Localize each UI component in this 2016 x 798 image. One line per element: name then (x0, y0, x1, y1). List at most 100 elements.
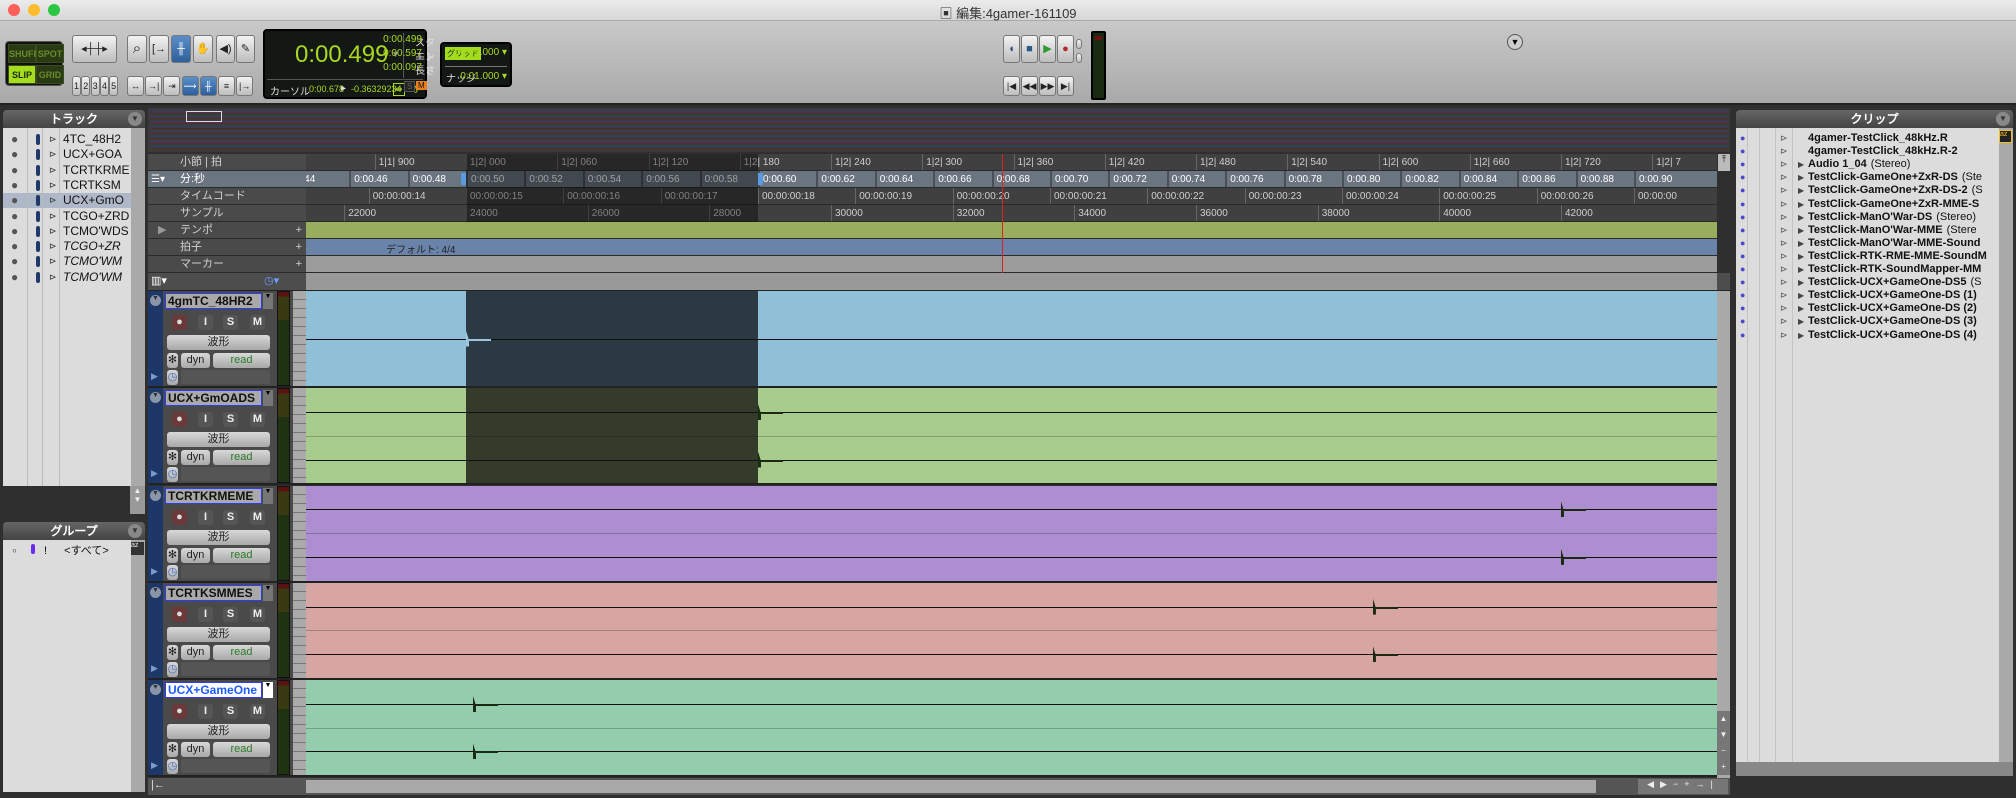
track-list-item[interactable]: ● ⊳ TCMO'WM (3, 254, 131, 269)
timebase-clock-icon[interactable]: ◷▾ (264, 274, 279, 287)
tracks-panel-menu-icon[interactable]: ▼ (128, 112, 142, 126)
track-list-item[interactable]: ● ⊳ UCX+GmO (3, 193, 131, 209)
stop-button[interactable]: ■ (1021, 35, 1038, 63)
group-list-scrollbar[interactable] (131, 540, 145, 792)
expand-lanes-icon[interactable]: ▶ (151, 566, 158, 577)
minsec-ruler[interactable]: 0.44 0:00.46 0:00.48 0:00.50 0:00.52 0:00.54 0… (306, 171, 1717, 188)
track-name-field[interactable]: TCRTKRMEME (165, 487, 262, 504)
expand-lanes-icon[interactable]: ▶ (151, 468, 158, 479)
expand-lanes-icon[interactable]: ▶ (151, 663, 158, 674)
track-playlist-lane[interactable] (306, 582, 1717, 680)
tab-button[interactable]: |→ (236, 76, 254, 96)
zoom-preset-2[interactable]: 2 (81, 76, 91, 96)
edit-horizontal-scrollbar[interactable] (306, 780, 1596, 793)
mute-button[interactable]: M (250, 704, 265, 720)
zoomer-tool[interactable]: ⌕ (127, 35, 147, 63)
track-view-selector[interactable]: 波形 (167, 335, 270, 350)
clip-list-horizontal-scrollbar[interactable] (1736, 762, 2013, 776)
show-hide-dot-icon[interactable]: ● (11, 163, 18, 178)
track-collapse-icon[interactable]: ▼ (150, 586, 161, 598)
track-list-item[interactable]: ● ⊳ UCX+GOA (3, 147, 131, 162)
expand-tempo-icon[interactable]: ▶ (158, 222, 166, 239)
zoom-preset-4[interactable]: 4 (99, 76, 109, 96)
show-hide-dot-icon[interactable]: ● (11, 209, 18, 224)
solo-button[interactable]: S (223, 704, 238, 720)
universe-overview[interactable] (148, 108, 1730, 152)
sync-button[interactable]: ⟿ (181, 76, 199, 96)
dyn-button[interactable]: dyn (181, 353, 210, 368)
vertical-zoom-controls[interactable]: ▲ ▼ − + (1717, 711, 1730, 775)
track-name-field[interactable]: UCX+GameOne (165, 682, 262, 699)
track-name-menu-icon[interactable]: ▼ (263, 487, 273, 504)
expand-clip-icon[interactable]: ▶ (1798, 302, 1804, 315)
record-arm-button[interactable]: ● (172, 315, 187, 330)
track-view-selector[interactable]: 波形 (167, 626, 270, 642)
nudge-value[interactable]: 0:01.000 ▾ (460, 71, 507, 82)
ruler-label-timecode[interactable]: タイムコード (148, 188, 306, 205)
main-counter-value[interactable]: 0:00.499 (295, 41, 388, 69)
track-header[interactable]: ▼ TCRTKRMEME ▼ ● I S M 波形 ✻ dyn read ▶ ◷ (148, 485, 293, 583)
automation-mode-selector[interactable]: read (213, 742, 270, 758)
tempo-ruler[interactable] (306, 222, 1717, 239)
play-button[interactable]: ▶ (1039, 35, 1056, 63)
scrubber-tool[interactable]: ◀) (216, 35, 235, 63)
tab-transient-button[interactable]: ╫ (199, 76, 217, 96)
edit-vertical-scrollbar[interactable] (1717, 291, 1730, 778)
input-monitor-button[interactable]: I (198, 704, 213, 720)
track-playlist-lane[interactable] (306, 485, 1717, 583)
track-list-item[interactable]: ● ⊳ 4TC_48H2 (3, 132, 131, 147)
ruler-label-marker[interactable]: マーカー + (148, 256, 306, 273)
horizontal-zoom-controls[interactable]: ◀▶−+→| (1638, 779, 1728, 794)
move-button[interactable]: ↔ (127, 76, 144, 96)
record-arm-button[interactable]: ● (172, 412, 187, 428)
track-name-menu-icon[interactable]: ▼ (263, 390, 273, 407)
zoom-preset-1[interactable]: 1 (72, 76, 81, 96)
overview-viewport[interactable] (186, 111, 222, 122)
m-indicator[interactable]: M (416, 81, 427, 90)
expand-clip-icon[interactable]: ▶ (1798, 329, 1804, 342)
track-view-selector[interactable]: 波形 (167, 529, 270, 545)
track-list-item[interactable]: ● ⊳ TCMO'WDS (3, 224, 131, 239)
clips-panel-menu-icon[interactable]: ▼ (1996, 112, 2010, 126)
zoom-preset-3[interactable]: 3 (90, 76, 100, 96)
timebase-icon[interactable]: ◷ (167, 661, 178, 677)
playhead-cursor[interactable] (1002, 154, 1004, 273)
group-item[interactable]: ∘ ! <すべて> (11, 544, 109, 559)
samples-ruler[interactable]: 22000 24000 26000 28000 30000 32000 34000 36000… (306, 205, 1717, 222)
expand-clip-icon[interactable]: ▶ (1798, 184, 1804, 197)
add-tempo-icon[interactable]: + (296, 222, 302, 239)
fast-forward-button[interactable]: ▶▶ (1039, 76, 1056, 96)
expand-clip-icon[interactable]: ▶ (1798, 315, 1804, 328)
toolbar-menu-icon[interactable]: ▼ (1507, 34, 1523, 50)
show-hide-dot-icon[interactable]: ● (11, 193, 18, 208)
ruler-label-bars[interactable]: 小節 | 拍 (148, 154, 306, 171)
mute-button[interactable]: M (250, 509, 265, 525)
expand-clip-icon[interactable]: ▶ (1798, 158, 1804, 171)
track-name-field[interactable]: UCX+GmOADS (165, 390, 262, 407)
track-header[interactable]: ▼ UCX+GameOne ▼ ● I S M 波形 ✻ dyn read ▶ ◷ (148, 680, 293, 778)
s-indicator[interactable]: S (404, 81, 416, 92)
trim-tool[interactable]: [→ (149, 35, 169, 63)
groups-panel-menu-icon[interactable]: ▼ (128, 524, 142, 538)
track-playlist-lane[interactable] (306, 291, 1717, 388)
expand-lanes-icon[interactable]: ▶ (151, 760, 158, 771)
mirror-button[interactable]: ≡ (218, 76, 235, 96)
solo-button[interactable]: S (223, 315, 238, 330)
automation-mode-selector[interactable]: read (213, 644, 270, 660)
track-list-scroll-arrows[interactable]: ▲ ▼ (130, 486, 145, 514)
show-hide-dot-icon[interactable]: ● (11, 178, 18, 193)
track-view-selector[interactable]: 波形 (167, 724, 270, 740)
expand-clip-icon[interactable]: ▶ (1798, 198, 1804, 211)
track-name-menu-icon[interactable]: ▼ (263, 293, 273, 309)
show-hide-dot-icon[interactable]: ● (11, 254, 18, 269)
meter-ruler[interactable]: デフォルト: 4/4 (306, 239, 1717, 256)
track-header[interactable]: ▼ UCX+GmOADS ▼ ● I S M 波形 ✻ dyn read ▶ ◷ (148, 388, 293, 486)
track-name-field[interactable]: TCRTKSMMES (165, 584, 262, 601)
clip-sort-button[interactable]: az (1999, 130, 2012, 143)
track-list-item[interactable]: ● ⊳ TCRTKRME (3, 163, 131, 178)
rewind-button[interactable]: ◀◀ (1021, 76, 1038, 96)
bars-ruler[interactable]: 8401|1| 9001|2| 0001|2| 0601|2| 1201|2| … (306, 154, 1717, 171)
insert-button[interactable]: →| (145, 76, 163, 96)
grid-mode-button[interactable]: GRID (36, 65, 64, 84)
track-list-item[interactable]: ● ⊳ TCMO'WM (3, 270, 131, 285)
